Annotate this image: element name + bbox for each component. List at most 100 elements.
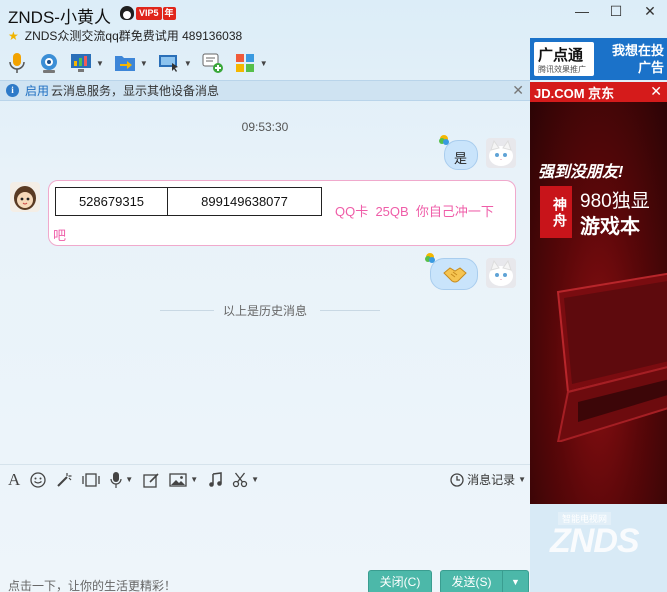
- scissors-icon: [232, 472, 248, 487]
- send-options-chevron-icon[interactable]: ▼: [503, 571, 528, 592]
- notice-text: 云消息服务，显示其他设备消息: [51, 84, 220, 98]
- card-number: 528679315: [55, 187, 168, 216]
- cloud-message-notice: i 启用 云消息服务，显示其他设备消息 ✕: [0, 80, 530, 101]
- chat-window: ZNDS-小黄人 VIP5 年 — ☐ ✕ ★ ZNDS众测交流qq群免费试用 …: [0, 0, 667, 592]
- video-call-button[interactable]: [38, 52, 60, 74]
- microphone-icon: [110, 471, 122, 488]
- laptop-image: [556, 272, 667, 442]
- jd-ad-header[interactable]: JD.COM 京东 ✕: [530, 82, 667, 102]
- balloon-icon: [438, 134, 450, 151]
- advertise-link[interactable]: 我想在投广告: [604, 42, 664, 76]
- message-timestamp: 09:53:30: [241, 120, 289, 134]
- my-avatar[interactable]: [486, 258, 516, 288]
- penguin-icon: [120, 6, 134, 20]
- card-table: 528679315 899149638077: [55, 187, 322, 216]
- input-toolbar: A ▼ ▼ ▼ 消息记录 ▼: [0, 464, 530, 494]
- window-controls: — ☐ ✕: [565, 0, 667, 24]
- minimize-button[interactable]: —: [565, 0, 599, 24]
- balloon-icon: [424, 252, 436, 269]
- screenshot-button[interactable]: ▼: [232, 472, 259, 488]
- handshake-emoji-icon: [443, 265, 467, 286]
- gdt-logo-subtext: 腾讯效果推广: [538, 65, 586, 74]
- table-row: 528679315 899149638077: [55, 187, 322, 216]
- group-chat-button[interactable]: [202, 52, 224, 74]
- star-icon: ★: [8, 28, 19, 43]
- font-icon[interactable]: A: [8, 470, 20, 490]
- brand-badge: 神舟: [540, 186, 572, 238]
- edit-note-icon[interactable]: [143, 472, 159, 488]
- monitor-chart-icon: [70, 52, 92, 74]
- outgoing-message[interactable]: [430, 258, 478, 290]
- message-text-tail: 吧: [53, 228, 67, 243]
- screen-share-icon: [158, 52, 180, 74]
- message-list[interactable]: 09:53:30 是 528679315 899149638077 QQ卡 25…: [0, 102, 530, 464]
- chevron-down-icon[interactable]: ▼: [190, 475, 198, 484]
- chevron-down-icon[interactable]: ▼: [260, 59, 268, 68]
- microphone-icon: [6, 52, 28, 74]
- send-button[interactable]: 发送(S): [441, 571, 503, 592]
- message-text: QQ卡 25QB 你自己冲一下: [335, 204, 494, 219]
- close-notice-button[interactable]: ✕: [512, 82, 524, 99]
- history-button-label: 消息记录: [467, 473, 516, 487]
- history-separator: 以上是历史消息: [222, 304, 307, 318]
- info-icon: i: [6, 84, 19, 97]
- chevron-down-icon[interactable]: ▼: [251, 475, 259, 484]
- znds-watermark: ZNDS: [550, 522, 640, 560]
- clock-icon: [450, 472, 464, 487]
- emoji-icon[interactable]: [30, 471, 46, 488]
- contact-signature: ★ ZNDS众测交流qq群免费试用 489136038: [8, 27, 242, 44]
- vip-badge[interactable]: VIP5 年: [120, 6, 176, 20]
- send-file-button[interactable]: ▼: [114, 52, 148, 74]
- close-ad-button[interactable]: ✕: [650, 83, 662, 100]
- title-bar: ZNDS-小黄人 VIP5 年 — ☐ ✕: [0, 0, 667, 28]
- ad-gpu-text: 980独显: [580, 191, 650, 212]
- chevron-down-icon[interactable]: ▼: [140, 59, 148, 68]
- contact-avatar[interactable]: [10, 182, 40, 212]
- voice-message-button[interactable]: ▼: [110, 471, 133, 488]
- magic-wand-icon[interactable]: [56, 472, 72, 488]
- send-button-group: 发送(S) ▼: [440, 570, 529, 592]
- chevron-down-icon[interactable]: ▼: [125, 475, 133, 484]
- maximize-button[interactable]: ☐: [599, 0, 633, 24]
- divider: [320, 310, 380, 311]
- my-avatar[interactable]: [486, 138, 516, 168]
- voice-call-button[interactable]: [6, 52, 28, 74]
- laptop-ad[interactable]: 强到没朋友! 神舟 980独显 游戏本: [530, 102, 667, 504]
- add-chat-icon: [202, 52, 224, 74]
- ad-slogan: 强到没朋友!: [538, 164, 624, 181]
- screenshot-frame-icon[interactable]: [82, 472, 100, 488]
- card-password: 899149638077: [167, 187, 322, 216]
- chevron-down-icon: ▼: [518, 475, 526, 484]
- apps-button[interactable]: ▼: [234, 52, 268, 74]
- message-text: 是: [454, 151, 468, 166]
- ad-product-text: 游戏本: [580, 216, 640, 238]
- folder-arrow-icon: [114, 52, 136, 74]
- signature-text: ZNDS众测交流qq群免费试用 489136038: [24, 29, 243, 43]
- vip-level: VIP5: [136, 6, 162, 20]
- bottom-hint[interactable]: 点击一下，让你的生活更精彩！: [8, 577, 176, 592]
- incoming-message[interactable]: 528679315 899149638077 QQ卡 25QB 你自己冲一下 吧: [48, 180, 516, 246]
- jd-logo: JD.COM 京东: [534, 85, 615, 101]
- chevron-down-icon[interactable]: ▼: [184, 59, 192, 68]
- close-button[interactable]: 关闭(C): [368, 570, 432, 592]
- gdt-logo: 广点通 腾讯效果推广: [534, 42, 594, 76]
- contact-name[interactable]: ZNDS-小黄人: [8, 3, 111, 28]
- gdt-ad-banner[interactable]: 广点通 腾讯效果推广 我想在投广告: [530, 38, 667, 80]
- vip-year: 年: [162, 6, 176, 20]
- chat-toolbar: ▼ ▼ ▼ ▼: [6, 50, 278, 76]
- image-icon: [169, 472, 187, 487]
- ad-column: 广点通 腾讯效果推广 我想在投广告 JD.COM 京东 ✕ 强到没朋友! 神舟 …: [530, 38, 667, 592]
- music-note-icon[interactable]: [208, 471, 222, 488]
- message-history-button[interactable]: 消息记录 ▼: [450, 471, 526, 488]
- close-window-button[interactable]: ✕: [633, 0, 667, 24]
- apps-grid-icon: [234, 52, 256, 74]
- remote-desktop-button[interactable]: ▼: [70, 52, 104, 74]
- message-input[interactable]: [0, 495, 530, 565]
- screen-share-button[interactable]: ▼: [158, 52, 192, 74]
- gdt-logo-text: 广点通: [538, 47, 584, 64]
- enable-link[interactable]: 启用: [25, 82, 49, 99]
- send-image-button[interactable]: ▼: [169, 472, 198, 487]
- webcam-icon: [38, 52, 60, 74]
- chevron-down-icon[interactable]: ▼: [96, 59, 104, 68]
- znds-watermark-area: 智能电视网 ZNDS: [530, 504, 667, 592]
